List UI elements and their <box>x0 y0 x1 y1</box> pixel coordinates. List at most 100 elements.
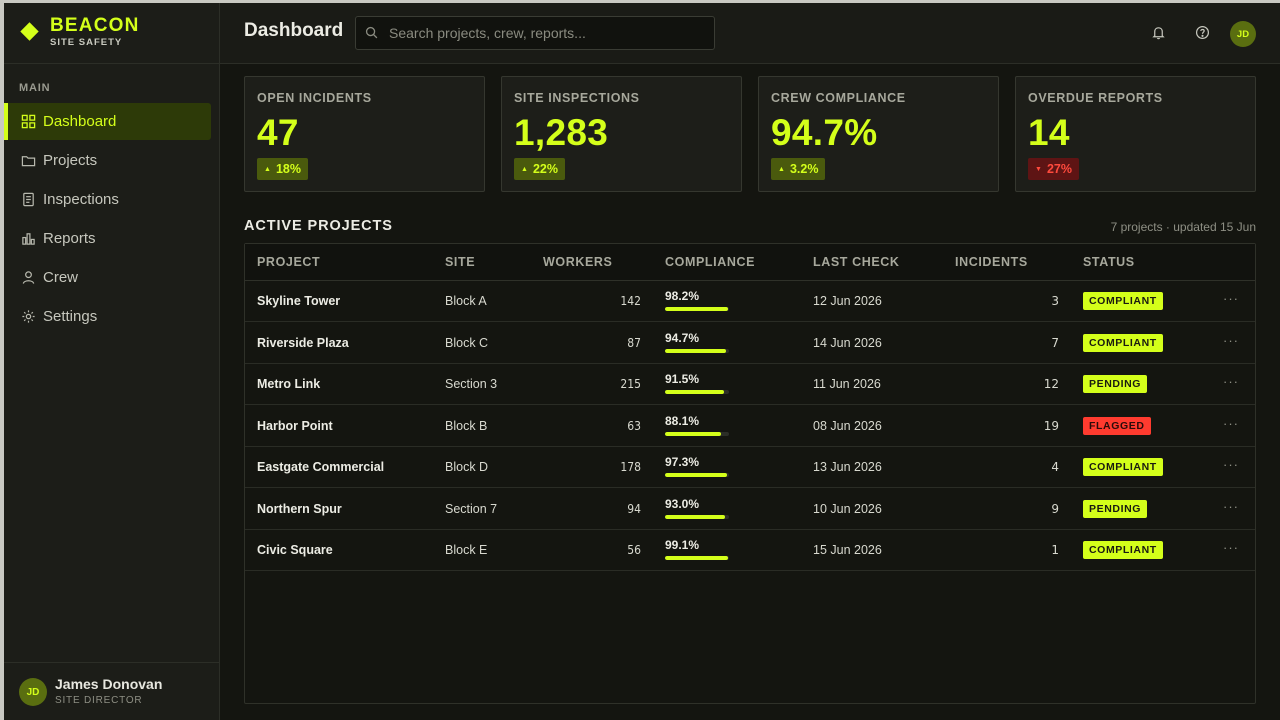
more-options-icon[interactable]: ··· <box>1223 333 1239 348</box>
window-top-edge <box>0 0 1280 3</box>
project-workers: 63 <box>627 418 641 433</box>
stat-change-badge: ▲ 3.2% <box>771 158 826 180</box>
compliance-bar-fill <box>665 307 728 311</box>
projects-table: PROJECT SITE WORKERS COMPLIANCE LAST CHE… <box>244 243 1256 704</box>
more-options-icon[interactable]: ··· <box>1223 416 1239 431</box>
project-site: Block A <box>445 294 487 308</box>
project-last-check: 13 Jun 2026 <box>813 460 882 474</box>
column-header-site[interactable]: SITE <box>445 255 475 269</box>
status-badge: COMPLIANT <box>1083 458 1163 476</box>
table-row[interactable]: Metro Link Section 3 215 91.5% 11 Jun 2026 12… <box>245 364 1255 405</box>
compliance-bar-track <box>665 348 729 353</box>
compliance-percent: 94.7% <box>665 330 700 345</box>
compliance-bar-track <box>665 556 729 560</box>
stat-card-overdue-reports[interactable]: OVERDUE REPORTS 14 ▼ 27% <box>1015 76 1256 192</box>
stat-change-badge: ▲ 18% <box>257 158 308 180</box>
column-header-project[interactable]: PROJECT <box>257 255 320 269</box>
stat-card-open-incidents[interactable]: OPEN INCIDENTS 47 ▲ 18% <box>244 76 485 192</box>
header-avatar[interactable]: JD <box>1230 21 1256 47</box>
column-header-status[interactable]: STATUS <box>1083 255 1135 269</box>
table-header: PROJECT SITE WORKERS COMPLIANCE LAST CHE… <box>245 244 1255 281</box>
project-incidents: 1 <box>1051 543 1059 557</box>
page-title: Dashboard <box>244 20 344 41</box>
stat-label: SITE INSPECTIONS <box>514 91 640 105</box>
compliance-bar-track <box>665 390 729 394</box>
sidebar-item-label: Settings <box>43 308 98 325</box>
column-header-last-check[interactable]: LAST CHECK <box>813 255 900 269</box>
stat-value: 94.7% <box>771 112 878 153</box>
column-header-compliance[interactable]: COMPLIANCE <box>665 255 755 269</box>
compliance-bar-fill <box>665 390 724 394</box>
search-icon <box>365 26 379 40</box>
sidebar-item-label: Projects <box>43 152 98 169</box>
search-input[interactable] <box>389 25 709 41</box>
gear-icon <box>20 309 36 325</box>
table-row[interactable]: Northern Spur Section 7 94 93.0% 10 Jun 2026… <box>245 489 1255 530</box>
project-name[interactable]: Riverside Plaza <box>257 336 349 350</box>
compliance-bar-fill <box>665 348 726 353</box>
project-incidents: 19 <box>1043 418 1059 433</box>
more-options-icon[interactable]: ··· <box>1223 374 1239 389</box>
sidebar-item-label: Crew <box>43 269 79 286</box>
project-workers: 215 <box>620 377 641 391</box>
stat-change-badge: ▼ 27% <box>1028 158 1079 180</box>
project-name[interactable]: Skyline Tower <box>257 294 340 308</box>
compliance-meter: 99.1% <box>665 538 731 560</box>
sidebar-item-settings[interactable]: Settings <box>4 298 211 335</box>
column-header-workers[interactable]: WORKERS <box>543 255 612 269</box>
compliance-meter: 97.3% <box>665 455 731 477</box>
bar-chart-icon <box>20 231 36 247</box>
project-incidents: 3 <box>1051 294 1059 308</box>
more-options-icon[interactable]: ··· <box>1223 291 1239 306</box>
arrow-up-icon: ▲ <box>264 165 271 173</box>
avatar: JD <box>19 678 47 706</box>
sidebar-item-inspections[interactable]: Inspections <box>4 181 211 218</box>
more-options-icon[interactable]: ··· <box>1223 457 1239 472</box>
help-icon[interactable] <box>1193 23 1211 41</box>
project-workers: 94 <box>627 501 641 516</box>
status-badge: PENDING <box>1083 375 1148 393</box>
arrow-down-icon: ▼ <box>1035 165 1042 173</box>
project-site: Section 3 <box>445 377 498 391</box>
project-workers: 142 <box>620 294 641 308</box>
brand[interactable]: BEACON SITE SAFETY <box>20 14 140 50</box>
project-last-check: 08 Jun 2026 <box>813 418 882 433</box>
table-row[interactable]: Skyline Tower Block A 142 98.2% 12 Jun 2026 3… <box>245 281 1255 322</box>
sidebar-item-reports[interactable]: Reports <box>4 220 211 257</box>
bell-icon[interactable] <box>1149 23 1167 41</box>
search-box[interactable] <box>355 16 715 50</box>
compliance-bar-track <box>665 431 729 436</box>
project-name[interactable]: Civic Square <box>257 543 333 557</box>
more-options-icon[interactable]: ··· <box>1223 499 1239 514</box>
sidebar-item-crew[interactable]: Crew <box>4 259 211 296</box>
stat-card-site-inspections[interactable]: SITE INSPECTIONS 1,283 ▲ 22% <box>501 76 742 192</box>
column-header-incidents[interactable]: INCIDENTS <box>955 255 1028 269</box>
more-options-icon[interactable]: ··· <box>1223 540 1239 555</box>
stat-value: 14 <box>1028 112 1070 153</box>
sidebar-item-projects[interactable]: Projects <box>4 142 211 179</box>
brand-subtitle: SITE SAFETY <box>50 36 123 48</box>
project-site: Section 7 <box>445 501 498 516</box>
table-row[interactable]: Civic Square Block E 56 99.1% 15 Jun 2026 1 CO… <box>245 530 1255 571</box>
top-header: Dashboard JD <box>220 3 1280 64</box>
table-row[interactable]: Riverside Plaza Block C 87 94.7% 14 Jun 2026… <box>245 323 1255 364</box>
user-profile[interactable]: JD James Donovan SITE DIRECTOR <box>19 676 162 708</box>
project-incidents: 4 <box>1051 460 1059 474</box>
stat-value: 47 <box>257 112 299 153</box>
compliance-percent: 99.1% <box>665 538 700 552</box>
project-name[interactable]: Metro Link <box>257 377 320 391</box>
sidebar-item-dashboard[interactable]: Dashboard <box>4 103 211 140</box>
project-name[interactable]: Northern Spur <box>257 502 342 516</box>
project-name[interactable]: Eastgate Commercial <box>257 460 384 474</box>
project-name[interactable]: Harbor Point <box>257 419 333 433</box>
window-left-edge <box>0 0 4 720</box>
stat-card-crew-compliance[interactable]: CREW COMPLIANCE 94.7% ▲ 3.2% <box>758 76 999 192</box>
project-last-check: 11 Jun 2026 <box>813 377 881 391</box>
project-site: Block E <box>445 543 488 557</box>
compliance-bar-fill <box>665 514 725 519</box>
table-row[interactable]: Harbor Point Block B 63 88.1% 08 Jun 2026 19 F… <box>245 406 1255 447</box>
project-incidents: 12 <box>1043 377 1059 391</box>
project-last-check: 10 Jun 2026 <box>813 501 882 516</box>
table-row[interactable]: Eastgate Commercial Block D 178 97.3% 13 Jun… <box>245 447 1255 488</box>
project-incidents: 9 <box>1051 501 1059 516</box>
